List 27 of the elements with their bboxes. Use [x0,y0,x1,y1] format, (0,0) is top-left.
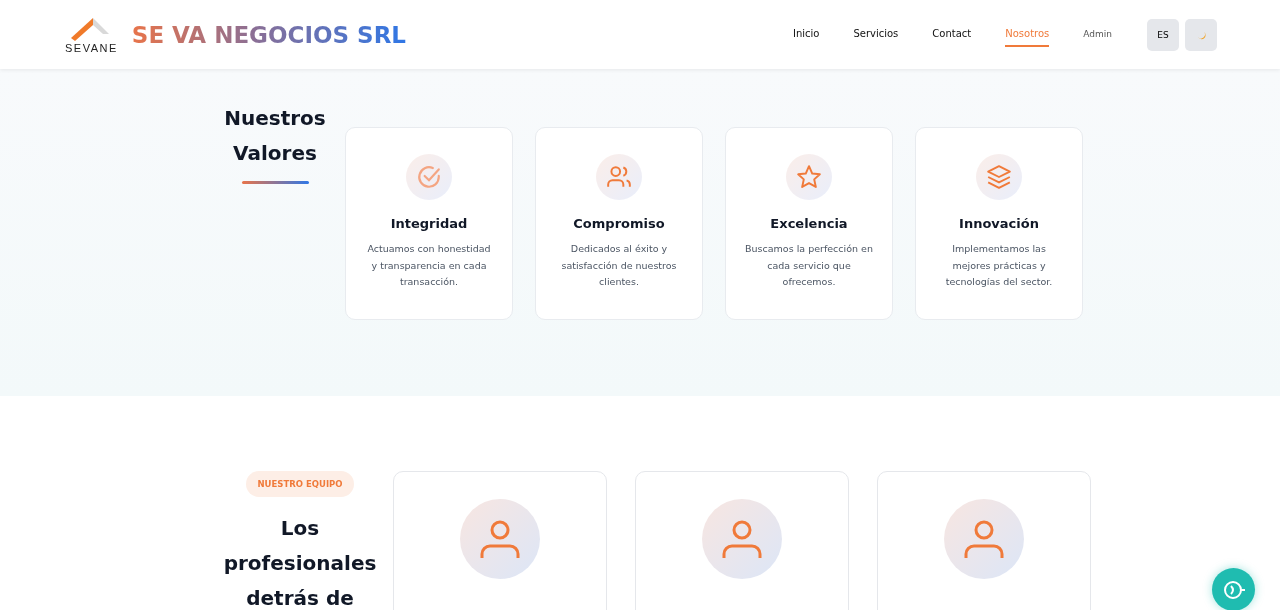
card-description: Dedicados al éxito y satisfacción de nuestros clientes. [560,242,678,289]
card-title: Innovación [959,216,1039,231]
check-circle-icon [416,164,442,190]
card-title: Excelencia [770,216,848,231]
person-icon [721,518,763,560]
users-icon [606,164,632,190]
card-description: Buscamos la perfección en cada servicio que ofrecemos. [744,242,874,289]
person-icon [479,518,521,560]
card-description: Implementamos las mejores prácticas y tecnologías del sector. [944,242,1054,289]
card-description: Actuamos con honestidad y transparencia en cada transacción. [366,242,492,289]
section-title: Los profesionales detrás de [223,515,377,610]
language-button[interactable]: ES [1147,18,1179,51]
card-title: Compromiso [573,216,665,231]
card-title: Integridad [390,216,468,231]
nav-link[interactable]: Admin [1083,22,1112,47]
layers-icon [986,164,1012,190]
person-icon [963,518,1005,560]
nav-link[interactable]: Servicios [853,22,899,47]
section-title: Nuestros Valores [223,105,327,167]
title-underline [241,181,309,184]
logo-text[interactable]: SEVANE [65,41,118,54]
star-icon [796,164,822,190]
section-badge: NUESTRO EQUIPO [246,471,354,497]
nav-link[interactable]: Contact [932,22,972,47]
chat-button[interactable] [1212,568,1255,610]
theme-toggle-button[interactable] [1185,18,1217,51]
nav-link[interactable]: Inicio [792,22,820,47]
